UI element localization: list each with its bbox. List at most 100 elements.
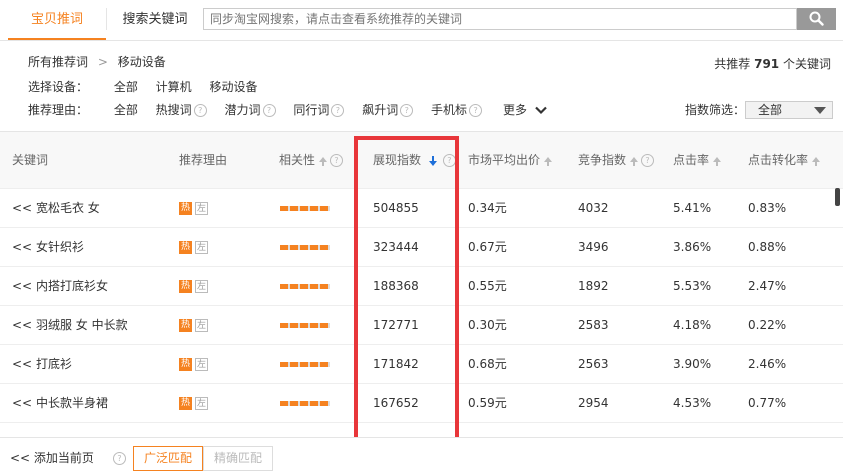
relevance-bar [280, 284, 330, 289]
add-keyword-arrows[interactable]: << [12, 396, 32, 410]
filter-panel: 所有推荐词 > 移动设备 共推荐 791 个关键词 选择设备： 全部 计算机 移… [0, 41, 843, 131]
add-keyword-arrows[interactable]: << [12, 201, 32, 215]
reason-option-all[interactable]: 全部 [114, 100, 138, 120]
keyword-cell[interactable]: << 内搭打底衫女 [12, 267, 108, 306]
keyword-cell[interactable]: << 打底衫 [12, 345, 72, 384]
left-tag-icon: 左 [195, 202, 208, 215]
index-filter-select[interactable]: 全部 [745, 101, 833, 119]
relevance-segment [280, 206, 288, 211]
relevance-segment [320, 284, 328, 289]
relevance-bar [280, 323, 330, 328]
breadcrumb: 所有推荐词 > 移动设备 [28, 52, 166, 72]
help-icon[interactable]: ? [331, 104, 345, 117]
left-tag-icon: 左 [195, 241, 208, 254]
col-ctr[interactable]: 点击率 [673, 132, 722, 188]
search-input[interactable] [204, 9, 796, 29]
relevance-segment [320, 245, 328, 250]
help-icon[interactable]: ? [469, 104, 483, 117]
ctr-cell: 4.18% [673, 318, 712, 332]
add-current-page-button[interactable]: << 添加当前页 [10, 448, 94, 468]
col-cvr-label: 点击转化率 [748, 153, 809, 167]
total-prefix: 共推荐 [714, 57, 751, 71]
cvr-cell: 0.83% [748, 201, 787, 215]
hot-tag-icon: 热 [179, 397, 192, 410]
cvr-cell: 2.47% [748, 279, 787, 293]
ctr-cell: 5.53% [673, 279, 712, 293]
device-option-all[interactable]: 全部 [114, 77, 138, 97]
competition-cell: 3496 [578, 240, 609, 254]
tab-item-recommend[interactable]: 宝贝推词 [8, 0, 106, 40]
add-keyword-arrows[interactable]: << [12, 279, 32, 293]
add-keyword-arrows[interactable]: << [12, 357, 32, 371]
total-count: 共推荐 791 个关键词 [714, 54, 831, 74]
breadcrumb-root[interactable]: 所有推荐词 [28, 52, 88, 72]
device-option-pc[interactable]: 计算机 [156, 77, 192, 97]
reason-cell: 热左 [179, 228, 211, 267]
keyword-cell[interactable]: << 中长款半身裙 [12, 384, 108, 423]
keyword-text: 宽松毛衣 女 [35, 201, 100, 215]
scrollbar-thumb[interactable] [835, 188, 840, 206]
relevance-segment [310, 401, 318, 406]
help-icon[interactable]: ? [113, 452, 126, 465]
sort-up-icon-stem [716, 161, 719, 166]
help-icon[interactable]: ? [262, 104, 276, 117]
col-relevance-label: 相关性 [279, 153, 316, 167]
reason-potential-label: 潜力词 [224, 103, 261, 117]
add-keyword-arrows[interactable]: << [12, 240, 32, 254]
help-icon[interactable]: ? [193, 104, 207, 117]
help-icon[interactable]: ? [641, 154, 655, 167]
keyword-text: 羽绒服 女 中长款 [35, 318, 128, 332]
reason-option-hot[interactable]: 热搜词? [156, 100, 207, 120]
reason-peer-label: 同行词 [293, 103, 330, 117]
col-relevance[interactable]: 相关性? [279, 132, 344, 188]
relevance-segment [290, 245, 298, 250]
broad-match-button[interactable]: 广泛匹配 [133, 446, 203, 471]
more-label: 更多 [503, 103, 528, 117]
relevance-segment [320, 206, 328, 211]
relevance-segment [310, 284, 318, 289]
col-competition[interactable]: 竞争指数? [578, 132, 655, 188]
help-icon[interactable]: ? [330, 154, 344, 167]
left-tag-icon: 左 [195, 280, 208, 293]
col-cvr[interactable]: 点击转化率 [748, 132, 821, 188]
relevance-bar [280, 245, 330, 250]
relevance-segment [290, 362, 298, 367]
more-button[interactable]: 更多 [503, 100, 547, 120]
keyword-text: 女针织衫 [35, 240, 84, 254]
keyword-cell[interactable]: << 羽绒服 女 中长款 [12, 306, 128, 345]
reason-label: 推荐理由： [28, 103, 89, 117]
reason-option-potential[interactable]: 潜力词? [225, 100, 276, 120]
tab-search-keywords[interactable]: 搜索关键词 [112, 0, 198, 40]
relevance-segment [280, 362, 288, 367]
keyword-cell[interactable]: << 宽松毛衣 女 [12, 189, 100, 228]
search-button[interactable] [797, 8, 836, 30]
tab-divider [106, 8, 107, 30]
col-ctr-label: 点击率 [673, 153, 710, 167]
hot-tag-icon: 热 [179, 202, 192, 215]
reason-option-mobile[interactable]: 手机标? [431, 100, 483, 120]
cvr-cell: 0.88% [748, 240, 787, 254]
hot-tag-icon: 热 [179, 319, 192, 332]
ctr-cell: 3.90% [673, 357, 712, 371]
avg-bid-cell: 0.55元 [468, 279, 507, 293]
add-keyword-arrows[interactable]: << [12, 318, 32, 332]
reason-option-peer[interactable]: 同行词? [293, 100, 345, 120]
scrollbar-track[interactable] [833, 188, 841, 438]
keyword-cell[interactable]: << 女针织衫 [12, 228, 84, 267]
ctr-cell: 5.41% [673, 201, 712, 215]
ctr-cell: 4.53% [673, 396, 712, 410]
cvr-cell: 0.77% [748, 396, 787, 410]
left-tag-icon: 左 [195, 319, 208, 332]
exact-match-button[interactable]: 精确匹配 [203, 446, 273, 471]
index-filter-value: 全部 [758, 103, 783, 117]
help-icon[interactable]: ? [400, 104, 414, 117]
device-option-mobile[interactable]: 移动设备 [210, 77, 258, 97]
tab-bar: 宝贝推词 搜索关键词 [0, 0, 843, 41]
hot-tag-icon: 热 [179, 358, 192, 371]
col-avg-bid[interactable]: 市场平均出价 [468, 132, 553, 188]
keyword-text: 内搭打底衫女 [35, 279, 108, 293]
left-tag-icon: 左 [195, 397, 208, 410]
index-filter-label: 指数筛选： [685, 103, 746, 117]
relevance-bar [280, 362, 330, 367]
reason-option-rising[interactable]: 飙升词? [362, 100, 414, 120]
